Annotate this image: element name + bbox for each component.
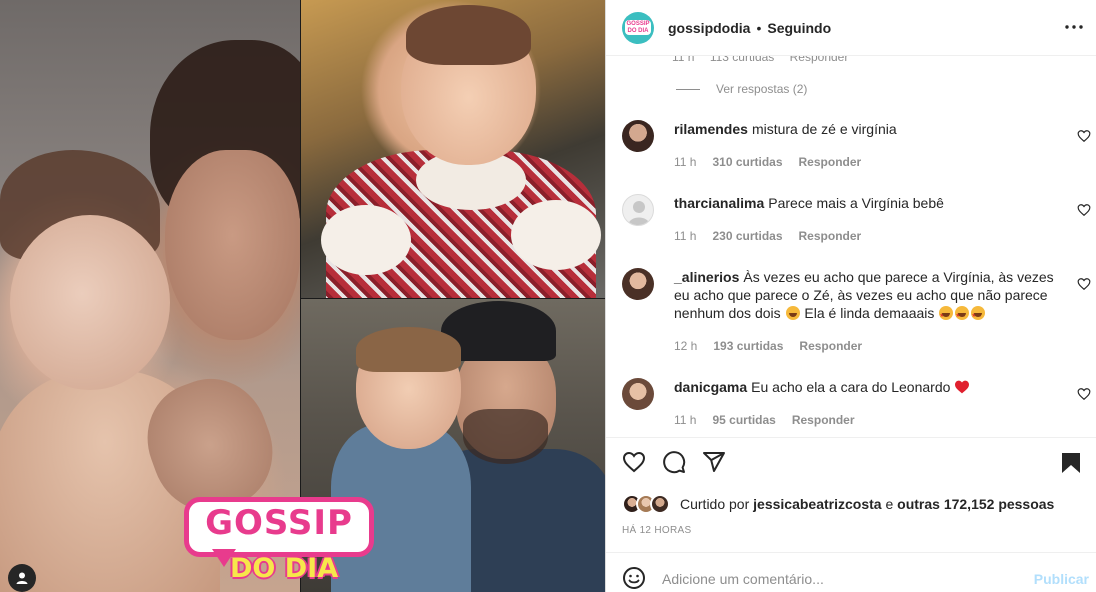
separator-dot: • [756, 19, 762, 36]
comment-meta: 12 h 193 curtidas Responder [674, 339, 863, 353]
comment-icon[interactable] [662, 450, 686, 474]
user-tag-icon[interactable] [8, 564, 36, 592]
star-eyes-emoji-icon [955, 306, 970, 325]
partial-comment-meta: 11 h 113 curtidas Responder [672, 56, 849, 64]
instagram-post: GOSSIP DO DIA GOSSIP DO DIA gossipdodia •… [0, 0, 1096, 592]
avatar[interactable] [622, 268, 654, 300]
comment-username[interactable]: tharcianalima [674, 195, 764, 211]
comment-meta: 11 h 310 curtidas Responder [674, 155, 862, 169]
comment-text: mistura de zé e virgínia [751, 121, 897, 137]
red-heart-emoji-icon [955, 380, 970, 394]
share-icon[interactable] [702, 450, 726, 474]
grimace-emoji-icon [785, 306, 800, 320]
heart-icon[interactable] [1077, 277, 1091, 291]
gossip-do-dia-logo: GOSSIP DO DIA [184, 497, 374, 587]
likes-summary: Curtido por jessicabeatrizcosta e outras… [622, 494, 1054, 514]
comment-text-2: Ela é linda demaaais [804, 305, 935, 321]
add-comment-bar: Publicar [606, 552, 1096, 592]
comments-list[interactable]: 11 h 113 curtidas Responder Ver resposta… [606, 56, 1096, 436]
account-username[interactable]: gossipdodia [668, 20, 750, 36]
photo-baby-dress [301, 0, 605, 298]
post-comment-button[interactable]: Publicar [1034, 571, 1089, 587]
star-eyes-emoji-icon [939, 306, 954, 325]
comment-meta: 11 h 230 curtidas Responder [674, 229, 862, 243]
post-side-panel: GOSSIP DO DIA gossipdodia • Seguindo 11 h… [605, 0, 1096, 592]
post-timestamp[interactable]: HÁ 12 HORAS [622, 525, 691, 536]
comment-meta: 11 h 95 curtidas Responder [674, 413, 855, 427]
others-likes-link[interactable]: outras 172,152 pessoas [897, 496, 1054, 512]
post-media[interactable]: GOSSIP DO DIA [0, 0, 605, 592]
heart-icon[interactable] [1077, 129, 1091, 143]
comment-input[interactable] [662, 561, 1022, 592]
post-header: GOSSIP DO DIA gossipdodia • Seguindo [606, 0, 1096, 56]
avatar[interactable] [622, 194, 654, 226]
heart-icon[interactable] [1077, 203, 1091, 217]
star-eyes-emoji-icon [971, 306, 986, 325]
replies-line [676, 88, 700, 90]
avatar[interactable] [622, 120, 654, 152]
comment-text: Parece mais a Virgínia bebê [768, 195, 944, 211]
comment-username[interactable]: danicgama [674, 379, 747, 395]
comment-username[interactable]: _alinerios [674, 269, 739, 285]
more-options-icon[interactable] [1061, 14, 1087, 40]
heart-icon[interactable] [1077, 387, 1091, 401]
comment-username[interactable]: rilamendes [674, 121, 748, 137]
post-actions: Curtido por jessicabeatrizcosta e outras… [606, 437, 1096, 552]
liker-avatars[interactable] [622, 494, 674, 514]
heart-icon[interactable] [622, 450, 646, 474]
liker-username[interactable]: jessicabeatrizcosta [753, 496, 881, 512]
bookmark-icon[interactable] [1061, 452, 1081, 474]
following-button[interactable]: Seguindo [767, 20, 831, 36]
account-avatar[interactable]: GOSSIP DO DIA [622, 11, 654, 44]
view-replies-button[interactable]: Ver respostas (2) [676, 82, 807, 96]
avatar[interactable] [622, 378, 654, 410]
comment-text: Eu acho ela a cara do Leonardo [751, 379, 951, 395]
emoji-icon[interactable] [622, 566, 646, 590]
